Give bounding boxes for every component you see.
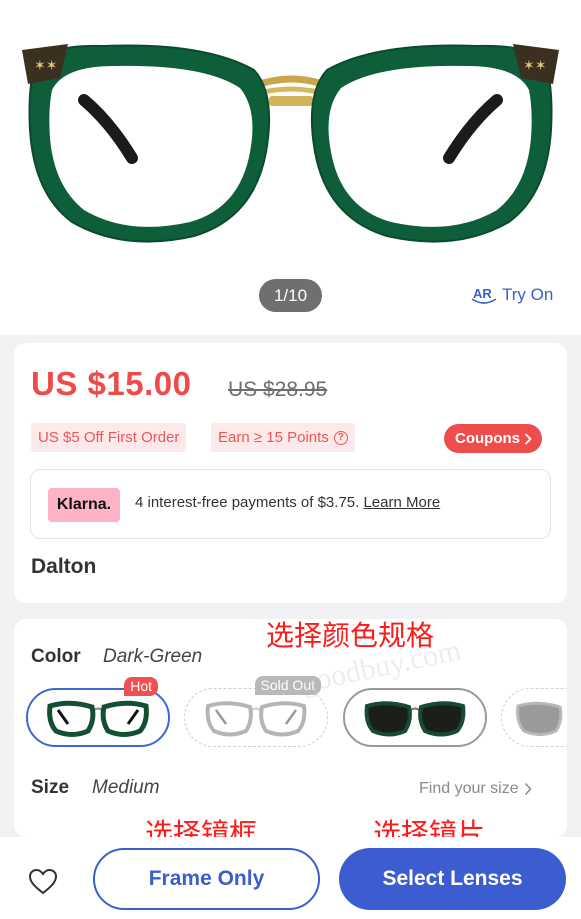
coupons-button[interactable]: Coupons xyxy=(444,424,542,453)
select-lenses-button[interactable]: Select Lenses xyxy=(339,848,566,910)
sold-out-badge: Sold Out xyxy=(254,676,321,695)
swatch-glasses-icon xyxy=(364,700,466,736)
chevron-right-icon xyxy=(524,432,532,445)
annotation-color-spec: 选择颜色规格 xyxy=(266,619,435,652)
color-label: Color xyxy=(31,646,81,667)
chevron-right-icon xyxy=(524,782,532,796)
swatch-glasses-icon xyxy=(47,700,149,737)
color-swatch-dark-sun[interactable] xyxy=(343,688,487,747)
size-label: Size xyxy=(31,777,70,798)
help-icon[interactable]: ? xyxy=(333,430,348,445)
try-on-button[interactable]: AR Try On xyxy=(469,282,553,308)
original-price: US $28.95 xyxy=(228,378,328,401)
swatch-glasses-icon xyxy=(205,700,307,736)
coupons-label: Coupons xyxy=(455,430,520,447)
klarna-logo: Klarna. xyxy=(48,488,120,522)
bottom-action-bar: Frame Only Select Lenses xyxy=(0,837,581,919)
swatch-glasses-icon xyxy=(516,701,563,736)
first-order-tag: US $5 Off First Order xyxy=(31,423,187,452)
svg-text:AR: AR xyxy=(473,286,492,301)
price-card: US $15.00 US $28.95 US $5 Off First Orde… xyxy=(14,343,567,603)
points-tag[interactable]: Earn ≥ 15 Points ? xyxy=(211,423,355,452)
learn-more-link[interactable]: Learn More xyxy=(363,494,440,511)
color-swatch-grey[interactable]: Sold Out xyxy=(184,676,328,747)
klarna-banner: Klarna. 4 interest-free payments of $3.7… xyxy=(30,469,551,539)
product-image: ✶✶ ✶✶ xyxy=(22,44,559,243)
ar-icon: AR xyxy=(471,286,497,304)
points-label: Earn ≥ 15 Points xyxy=(218,429,329,446)
gallery-pager: 1/10 xyxy=(259,279,322,312)
heart-icon[interactable] xyxy=(28,868,58,895)
color-swatch-grey-sun[interactable] xyxy=(501,688,567,747)
klarna-text: 4 interest-free payments of $3.75. xyxy=(135,494,360,511)
product-name: Dalton xyxy=(31,555,97,578)
color-value: Dark-Green xyxy=(103,646,203,667)
hot-badge: Hot xyxy=(124,677,158,696)
product-gallery[interactable]: ✶✶ ✶✶ 1/10 AR Try On xyxy=(0,0,581,335)
svg-text:✶✶: ✶✶ xyxy=(34,57,57,73)
find-size-link[interactable]: Find your size xyxy=(419,780,532,798)
current-price: US $15.00 xyxy=(31,365,192,402)
klarna-message: 4 interest-free payments of $3.75. Learn… xyxy=(135,494,440,511)
svg-text:✶✶: ✶✶ xyxy=(523,57,546,73)
color-swatch-dark-green[interactable]: Hot xyxy=(26,677,170,747)
size-value: Medium xyxy=(92,777,160,798)
find-size-label: Find your size xyxy=(419,780,519,797)
frame-only-button[interactable]: Frame Only xyxy=(93,848,320,910)
try-on-label: Try On xyxy=(502,285,554,304)
